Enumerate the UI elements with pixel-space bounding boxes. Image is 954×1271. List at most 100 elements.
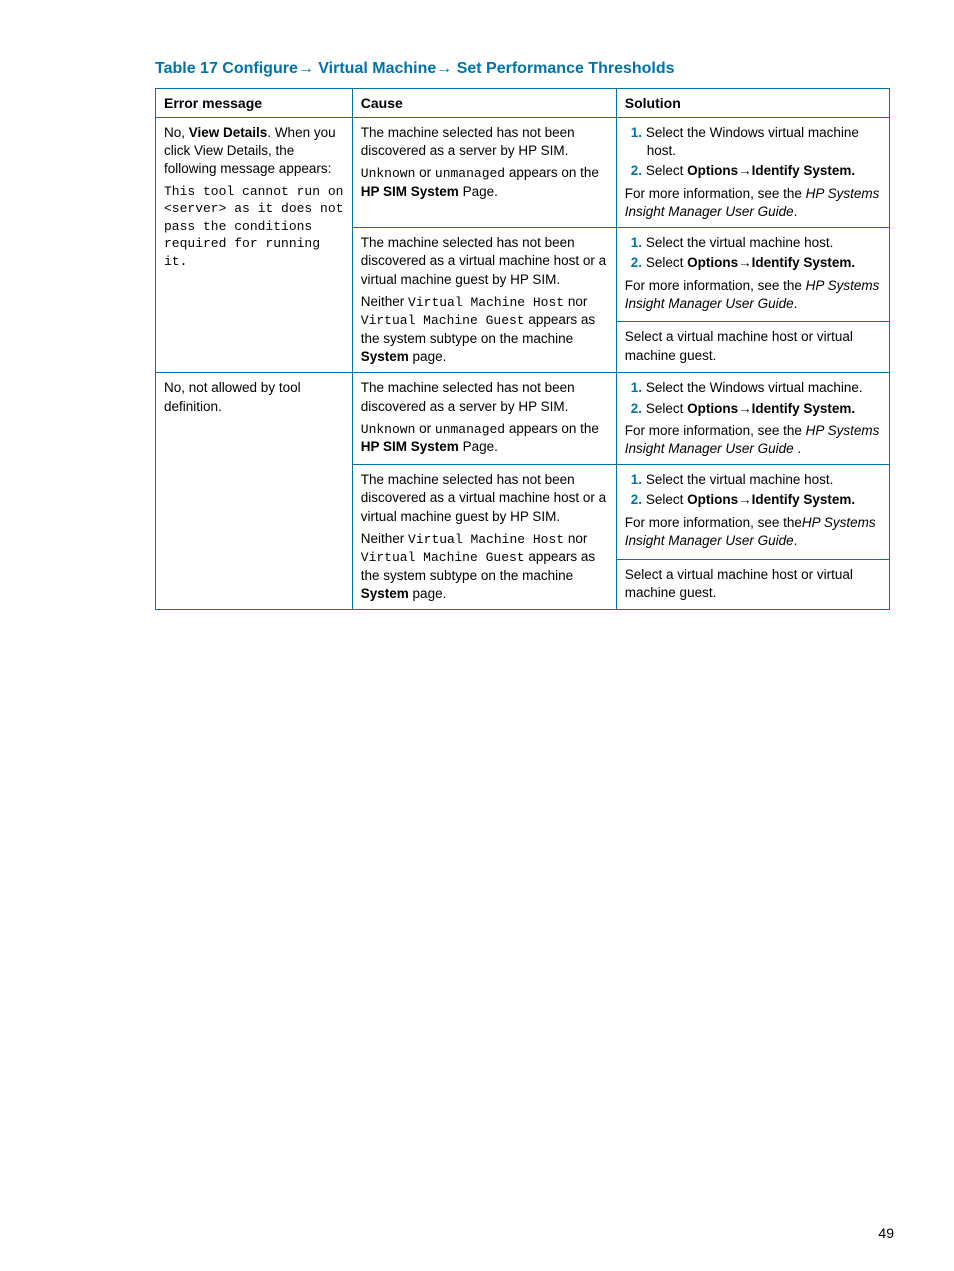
- text: Select: [646, 492, 687, 507]
- document-page: Table 17 Configure→ Virtual Machine→ Set…: [0, 0, 954, 610]
- text-bold: View Details: [189, 125, 268, 140]
- cell-solution-1a: 1. Select the Windows virtual machine ho…: [616, 118, 889, 228]
- code-text: Virtual Machine Guest: [361, 550, 525, 565]
- code-text: Unknown: [361, 422, 416, 437]
- list-number: 2.: [631, 401, 642, 416]
- header-cause: Cause: [352, 89, 616, 118]
- list-number: 2.: [631, 255, 642, 270]
- list-number: 1.: [631, 125, 642, 140]
- text: appears on the: [505, 165, 599, 180]
- table-row: No, not allowed by tool definition. The …: [156, 373, 890, 465]
- text-bold: Identify System.: [752, 255, 856, 270]
- text-bold: Identify System.: [752, 492, 856, 507]
- arrow-icon: →: [436, 60, 452, 77]
- solution-list: 1. Select the Windows virtual machine. 2…: [625, 379, 881, 417]
- text-bold: HP SIM System: [361, 439, 459, 454]
- text: Page.: [459, 184, 498, 199]
- arrow-icon: →: [298, 60, 314, 77]
- text-bold: System: [361, 349, 409, 364]
- text: Select the Windows virtual machine host.: [646, 125, 859, 158]
- code-text: Virtual Machine Host: [408, 532, 564, 547]
- list-number: 1.: [631, 235, 642, 250]
- list-item: 2. Select Options→Identify System.: [625, 162, 881, 180]
- list-item: 1. Select the Windows virtual machine ho…: [625, 124, 881, 160]
- text: .: [794, 296, 798, 311]
- text: Neither: [361, 294, 408, 309]
- text: For more information, see the: [625, 515, 802, 530]
- header-solution: Solution: [616, 89, 889, 118]
- text: Neither: [361, 531, 408, 546]
- text-bold: Identify System.: [752, 163, 856, 178]
- list-item: 2. Select Options→Identify System.: [625, 400, 881, 418]
- text: Select: [646, 255, 687, 270]
- cell-cause-2b: The machine selected has not been discov…: [352, 465, 616, 610]
- text-bold: Options: [687, 255, 738, 270]
- text-bold: Options: [687, 401, 738, 416]
- text: appears on the: [505, 421, 599, 436]
- text: The machine selected has not been discov…: [361, 234, 608, 289]
- text: Page.: [459, 439, 498, 454]
- text: The machine selected has not been discov…: [361, 471, 608, 526]
- text-line: Neither Virtual Machine Host nor Virtual…: [361, 530, 608, 604]
- text-line: Unknown or unmanaged appears on the HP S…: [361, 164, 608, 201]
- arrow-icon: →: [738, 163, 752, 178]
- text: Select: [646, 163, 687, 178]
- list-item: 2. Select Options→Identify System.: [625, 491, 881, 509]
- cell-solution-1b: 1. Select the virtual machine host. 2. S…: [616, 228, 889, 322]
- list-item: 1. Select the virtual machine host.: [625, 234, 881, 252]
- text: Select: [646, 401, 687, 416]
- text-line: For more information, see theHP Systems …: [625, 514, 881, 550]
- list-number: 1.: [631, 380, 642, 395]
- text-line: For more information, see the HP Systems…: [625, 277, 881, 313]
- text: page.: [409, 349, 447, 364]
- title-text-2: Virtual Machine: [314, 60, 436, 77]
- cell-solution-1c: Select a virtual machine host or virtual…: [616, 322, 889, 373]
- text: or: [415, 421, 435, 436]
- list-item: 1. Select the virtual machine host.: [625, 471, 881, 489]
- text: For more information, see the: [625, 423, 806, 438]
- text-line: Unknown or unmanaged appears on the HP S…: [361, 420, 608, 457]
- text: For more information, see the: [625, 278, 806, 293]
- text-bold: Options: [687, 492, 738, 507]
- code-text: unmanaged: [435, 166, 505, 181]
- text: The machine selected has not been discov…: [361, 124, 608, 160]
- text: nor: [564, 294, 587, 309]
- cell-cause-2a: The machine selected has not been discov…: [352, 373, 616, 465]
- text: No,: [164, 125, 189, 140]
- arrow-icon: →: [738, 255, 752, 270]
- code-text: Unknown: [361, 166, 416, 181]
- text-line: For more information, see the HP Systems…: [625, 422, 881, 458]
- list-number: 2.: [631, 492, 642, 507]
- text: Select the Windows virtual machine.: [646, 380, 863, 395]
- list-number: 1.: [631, 472, 642, 487]
- text: nor: [564, 531, 587, 546]
- code-text: Virtual Machine Guest: [361, 313, 525, 328]
- text-bold: HP SIM System: [361, 184, 459, 199]
- thresholds-table: Error message Cause Solution No, View De…: [155, 88, 890, 610]
- cell-cause-1a: The machine selected has not been discov…: [352, 118, 616, 228]
- text-line: For more information, see the HP Systems…: [625, 185, 881, 221]
- solution-list: 1. Select the Windows virtual machine ho…: [625, 124, 881, 181]
- cell-solution-2b: 1. Select the virtual machine host. 2. S…: [616, 465, 889, 559]
- text: Select the virtual machine host.: [646, 235, 834, 250]
- text-bold: System: [361, 586, 409, 601]
- text: or: [415, 165, 435, 180]
- arrow-icon: →: [738, 401, 752, 416]
- text: page.: [409, 586, 447, 601]
- table-row: No, View Details. When you click View De…: [156, 118, 890, 228]
- title-text-1: Table 17 Configure: [155, 60, 298, 77]
- table-header-row: Error message Cause Solution: [156, 89, 890, 118]
- code-text: This tool cannot run on <server> as it d…: [164, 183, 344, 271]
- table-title: Table 17 Configure→ Virtual Machine→ Set…: [155, 60, 894, 78]
- cell-error-1: No, View Details. When you click View De…: [156, 118, 353, 373]
- text: .: [794, 204, 798, 219]
- solution-list: 1. Select the virtual machine host. 2. S…: [625, 234, 881, 272]
- cell-solution-2c: Select a virtual machine host or virtual…: [616, 559, 889, 610]
- list-number: 2.: [631, 163, 642, 178]
- solution-list: 1. Select the virtual machine host. 2. S…: [625, 471, 881, 509]
- text-bold: Options: [687, 163, 738, 178]
- text: .: [794, 533, 798, 548]
- cell-error-2: No, not allowed by tool definition.: [156, 373, 353, 610]
- cell-solution-2a: 1. Select the Windows virtual machine. 2…: [616, 373, 889, 465]
- text: Select the virtual machine host.: [646, 472, 834, 487]
